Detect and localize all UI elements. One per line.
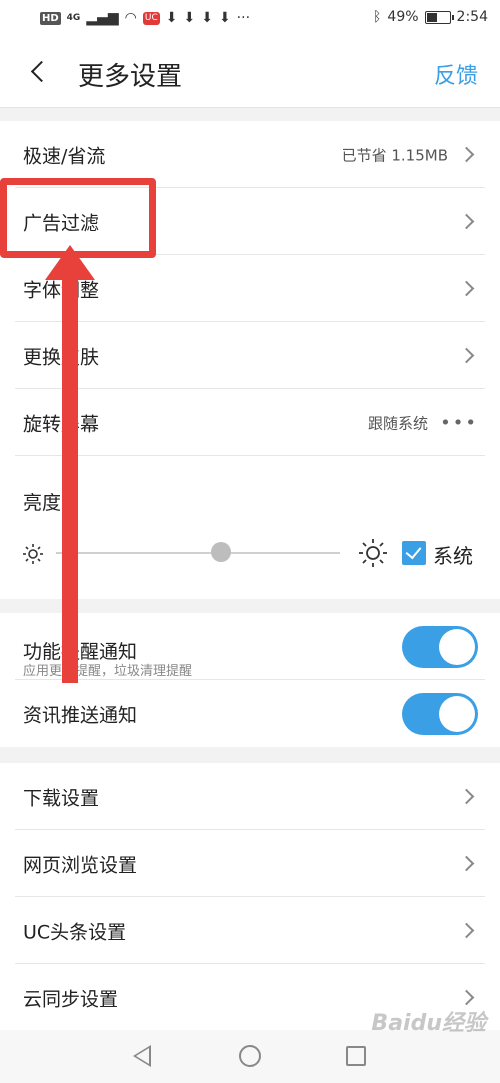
app-header: 更多设置 反馈 bbox=[0, 38, 500, 108]
feedback-link[interactable]: 反馈 bbox=[434, 58, 478, 90]
annotation-arrow-head bbox=[45, 245, 95, 280]
clock: 2:54 bbox=[456, 9, 488, 25]
nav-recents-icon[interactable] bbox=[346, 1046, 366, 1066]
hd-icon: HD bbox=[40, 11, 61, 25]
row-label: 下载设置 bbox=[23, 787, 100, 809]
bluetooth-icon: ᛒ bbox=[373, 9, 382, 25]
chevron-right-icon bbox=[458, 347, 475, 363]
chevron-right-icon bbox=[458, 280, 475, 296]
row-news-push: 资讯推送通知 bbox=[0, 680, 500, 747]
chevron-right-icon bbox=[458, 146, 475, 162]
settings-group-other: 下载设置 网页浏览设置 UC头条设置 云同步设置 bbox=[0, 763, 500, 1030]
sun-large-icon bbox=[359, 539, 387, 567]
signal-icon: ▂▄▆ bbox=[86, 10, 119, 26]
battery-icon bbox=[424, 10, 454, 24]
download-icon: ⬇ bbox=[165, 10, 178, 26]
chevron-right-icon bbox=[458, 989, 475, 1005]
nav-back-icon[interactable] bbox=[133, 1045, 151, 1067]
row-value: 跟随系统 bbox=[367, 414, 428, 432]
chevron-right-icon bbox=[458, 788, 475, 804]
row-uc-headline-settings[interactable]: UC头条设置 bbox=[0, 897, 500, 964]
brightness-slider[interactable] bbox=[56, 552, 340, 554]
news-push-toggle[interactable] bbox=[402, 692, 478, 735]
chevron-right-icon bbox=[458, 922, 475, 938]
wifi-icon: ◠ bbox=[124, 10, 137, 26]
row-browsing-settings[interactable]: 网页浏览设置 bbox=[0, 830, 500, 897]
system-brightness-label: 系统 bbox=[433, 544, 473, 568]
row-value: 已节省 1.15MB bbox=[341, 146, 448, 164]
download-icon: ⬇ bbox=[183, 10, 196, 26]
download-icon: ⬇ bbox=[218, 10, 231, 26]
nav-home-icon[interactable] bbox=[239, 1045, 261, 1067]
brightness-slider-thumb[interactable] bbox=[210, 542, 231, 562]
row-label: 旋转屏幕 bbox=[23, 413, 100, 435]
page-title: 更多设置 bbox=[78, 62, 183, 92]
chevron-right-icon bbox=[458, 855, 475, 871]
row-label: 更换皮肤 bbox=[23, 346, 100, 368]
chevron-right-icon bbox=[458, 213, 475, 229]
battery-level bbox=[426, 12, 437, 22]
annotation-arrow-shaft bbox=[62, 268, 78, 683]
system-nav-bar bbox=[0, 1030, 500, 1083]
row-label: 资讯推送通知 bbox=[23, 704, 138, 726]
feature-reminder-toggle[interactable] bbox=[402, 625, 478, 668]
toggle-knob bbox=[439, 628, 475, 665]
back-chevron-icon[interactable] bbox=[28, 56, 48, 86]
watermark-logo: Baidu经验 bbox=[371, 1011, 486, 1036]
status-left: HD 4G ▂▄▆ ◠ UC ⬇ ⬇ ⬇ ⬇ ··· bbox=[40, 10, 250, 26]
row-label: 网页浏览设置 bbox=[23, 854, 138, 876]
toggle-knob bbox=[439, 695, 475, 732]
more-dots-icon[interactable]: ••• bbox=[440, 412, 478, 433]
network-label: 4G bbox=[66, 13, 81, 23]
brightness-label: 亮度 bbox=[23, 492, 62, 514]
row-download-settings[interactable]: 下载设置 bbox=[0, 763, 500, 830]
row-label: UC头条设置 bbox=[23, 921, 127, 943]
system-brightness-checkbox[interactable] bbox=[402, 541, 426, 565]
uc-badge: UC bbox=[142, 11, 160, 25]
status-right: ᛒ 49% 2:54 bbox=[373, 9, 488, 25]
sun-small-icon bbox=[23, 544, 43, 564]
row-label: 云同步设置 bbox=[23, 988, 119, 1010]
row-subtitle: 应用更新提醒，垃圾清理提醒 bbox=[23, 664, 193, 679]
download-icon: ⬇ bbox=[201, 10, 213, 26]
battery-percent: 49% bbox=[387, 9, 419, 25]
row-label: 极速/省流 bbox=[23, 145, 106, 167]
more-notifications-icon: ··· bbox=[236, 10, 251, 26]
divider bbox=[15, 455, 485, 456]
status-bar: HD 4G ▂▄▆ ◠ UC ⬇ ⬇ ⬇ ⬇ ··· ᛒ 49% 2:54 bbox=[0, 0, 500, 38]
